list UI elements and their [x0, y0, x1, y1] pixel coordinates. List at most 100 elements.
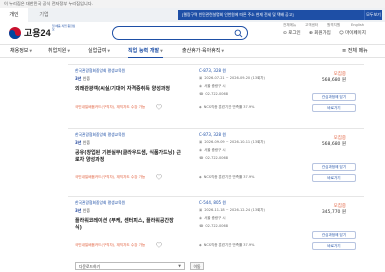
mypage-icon: ☺ [339, 31, 344, 36]
certification-badge: 3년 인증 [75, 75, 90, 82]
chart-icon: ◆ [199, 243, 202, 247]
all-menu-button[interactable]: ≡ 전체 메뉴 [342, 45, 368, 58]
course-eligibility: 국민내일배움카드(구직자), 재직자도 수강 가능 [75, 175, 146, 179]
nav-item-unemployment-benefit[interactable]: 실업급여▼ [88, 45, 110, 58]
course-price: 568,680 원 [321, 142, 346, 147]
heart-icon[interactable] [156, 174, 162, 180]
add-interest-button[interactable]: 관심과정에 담기 [312, 231, 356, 239]
add-interest-button[interactable]: 관심과정에 담기 [312, 163, 356, 171]
utility-bar: 개인 기업 [렐랑구역 빈민관련설명회 인천원에 따른 주소 현재 전세 및 택… [0, 8, 385, 22]
search-icon[interactable] [234, 29, 243, 38]
go-course-button[interactable]: 바로가기 [312, 242, 356, 250]
go-button[interactable]: 이동 [190, 262, 204, 270]
course-card[interactable]: 한국관광협회중앙회 평생교육원 3년 인증 공유(창업된 기본실무(클라우드샘,… [68, 128, 364, 192]
signup-label: 회원가입 [314, 31, 331, 36]
badge-level: 3년 [75, 208, 82, 213]
download-select-value: 다운로드하기 [79, 264, 100, 269]
course-date-text: 2026-07-21 ~ 2026-09-20 (13회차) [204, 76, 265, 80]
nav-item-parental-leave[interactable]: 출산휴가·육아휴직▼ [182, 45, 224, 58]
course-phone: ☎ 02-722-0068 [199, 156, 228, 160]
header-link-remote-support[interactable]: 원격지원 [327, 23, 340, 28]
location-icon: ◉ [199, 84, 203, 88]
nav-item-employment-support[interactable]: 취업지원▼ [48, 45, 70, 58]
course-card[interactable]: 한국관광협회중앙회 평생교육원 3년 인증 플라워코레이션 (부케, 센터피스,… [68, 196, 364, 260]
badge-text: 인증 [82, 208, 91, 213]
certification-badge: 3년 인증 [75, 139, 90, 146]
header-link-all-menu[interactable]: 전체메뉴 [283, 23, 296, 28]
mypage-link[interactable]: ☺ 마이페이지 [339, 30, 366, 36]
course-address: ◉ 서울 중랑구 시 [199, 148, 226, 153]
course-title[interactable]: 외래관광객(씨실/기대어 자격증취득 양성과정 [75, 86, 170, 93]
badge-level: 3년 [75, 76, 82, 81]
course-title-line2[interactable]: 로자 양성과정 [75, 157, 104, 164]
course-phone-text: 02-722-0068 [205, 156, 228, 160]
course-phone-text: 02-722-0068 [205, 224, 228, 228]
tab-company[interactable]: 기업 [28, 8, 60, 22]
course-address: ◉ 서울 중랑구 시 [199, 216, 226, 221]
add-interest-button[interactable]: 관심과정에 담기 [312, 93, 356, 101]
nav-item-label: 실업급여 [88, 48, 107, 54]
all-menu-label: 전체 메뉴 [347, 48, 368, 54]
calendar-icon: ▣ [199, 140, 203, 144]
course-phone: ☎ 02-722-0068 [199, 92, 228, 96]
site-logo[interactable]: 고용24 [24, 26, 51, 39]
download-select[interactable]: 다운로드하기 ▼ [75, 262, 185, 270]
notice-banner[interactable]: [렐랑구역 빈민관련설명회 인천원에 따른 주소 현재 전세 및 택배 공고] [178, 10, 364, 20]
nav-item-label: 출산휴가·육아휴직 [182, 48, 221, 54]
course-date: ▣ 2026-07-21 ~ 2026-09-20 (13회차) [199, 76, 265, 81]
tab-personal[interactable]: 개인 [0, 8, 28, 22]
logo-subtitle: 일·배움·직업 종합정보 [52, 24, 76, 32]
chevron-down-icon: ▼ [178, 264, 181, 268]
course-title[interactable]: 플라워코레이션 (부케, 센터피스, 플라워공간장 [75, 218, 174, 225]
course-title[interactable]: 공유(창업된 기본실무(클라우드샘, 식품가드닝) 근 [75, 150, 181, 157]
course-ncs-text: NCS직종 훈련기관 만족률 37.9% [203, 243, 255, 247]
heart-icon[interactable] [156, 242, 162, 248]
course-cost: C-873, 328 원 [199, 132, 227, 137]
header-link-english[interactable]: English [351, 23, 364, 27]
chevron-down-icon: ▼ [221, 49, 225, 53]
search-bar [112, 26, 248, 40]
gov-notice-bar: 이 누리집은 대한민국 공식 전자정부 누리집입니다. [0, 0, 385, 8]
main-nav: 채용정보▼ 취업지원▼ 실업급여▼ 직업 능력 개발▼ 출산휴가·육아휴직▼ ≡… [0, 44, 385, 58]
course-org[interactable]: 한국관광협회중앙회 평생교육원 [75, 132, 125, 138]
course-address-text: 서울 중랑구 시 [204, 148, 226, 152]
course-ncs: ◆ NCS직종 훈련기관 만족률 37.9% [199, 243, 254, 248]
course-card[interactable]: 한국관광협회중앙회 평생교육원 3년 인증 외래관광객(씨실/기대어 자격증취득… [68, 64, 364, 124]
banner-view-all-button[interactable]: 모두보기 [364, 10, 382, 20]
login-link[interactable]: ⊙ 로그인 [283, 30, 301, 36]
signup-icon: ⊕ [309, 31, 313, 36]
course-ncs-text: NCS직종 훈련기관 만족률 37.9% [203, 175, 255, 179]
course-address-text: 서울 중랑구 시 [204, 84, 226, 88]
course-phone-text: 02-722-0068 [205, 92, 228, 96]
hamburger-icon: ≡ [342, 48, 347, 54]
phone-icon: ☎ [199, 156, 204, 160]
nav-item-jobs[interactable]: 채용정보▼ [10, 45, 32, 58]
header-link-customer-center[interactable]: 고객센터 [305, 23, 318, 28]
heart-icon[interactable] [156, 104, 162, 110]
course-address: ◉ 서울 중랑구 시 [199, 84, 226, 89]
course-org[interactable]: 한국관광협회중앙회 평생교육원 [75, 200, 125, 206]
location-icon: ◉ [199, 216, 203, 220]
signup-link[interactable]: ⊕ 회원가입 [309, 30, 331, 36]
course-org[interactable]: 한국관광협회중앙회 평생교육원 [75, 68, 125, 74]
nav-item-vocational-training[interactable]: 직업 능력 개발▼ [128, 45, 163, 58]
course-price: 568,680 원 [321, 78, 346, 83]
phone-icon: ☎ [199, 92, 204, 96]
go-course-button[interactable]: 바로가기 [312, 174, 356, 182]
location-icon: ◉ [199, 148, 203, 152]
course-ncs: ◆ NCS직종 훈련기관 만족률 37.9% [199, 105, 254, 110]
chevron-down-icon: ▼ [160, 49, 163, 53]
mypage-label: 마이페이지 [345, 31, 366, 36]
badge-level: 3년 [75, 140, 82, 145]
course-address-text: 서울 중랑구 시 [204, 216, 226, 220]
chevron-down-icon: ▼ [29, 49, 33, 53]
search-input[interactable] [119, 29, 229, 38]
course-cost: C-873, 328 원 [199, 68, 227, 73]
certification-badge: 3년 인증 [75, 207, 90, 214]
go-course-button[interactable]: 바로가기 [312, 104, 356, 112]
chart-icon: ◆ [199, 175, 202, 179]
site-header: 고용24 일·배움·직업 종합정보 전체메뉴 고객센터 원격지원 English… [0, 22, 385, 44]
course-ncs-text: NCS직종 훈련기관 만족률 37.9% [203, 105, 255, 109]
course-title-line2[interactable]: 식) [75, 225, 82, 232]
course-date: ▣ 2026-11-18 ~ 2026-12-24 (13회차) [199, 208, 265, 213]
